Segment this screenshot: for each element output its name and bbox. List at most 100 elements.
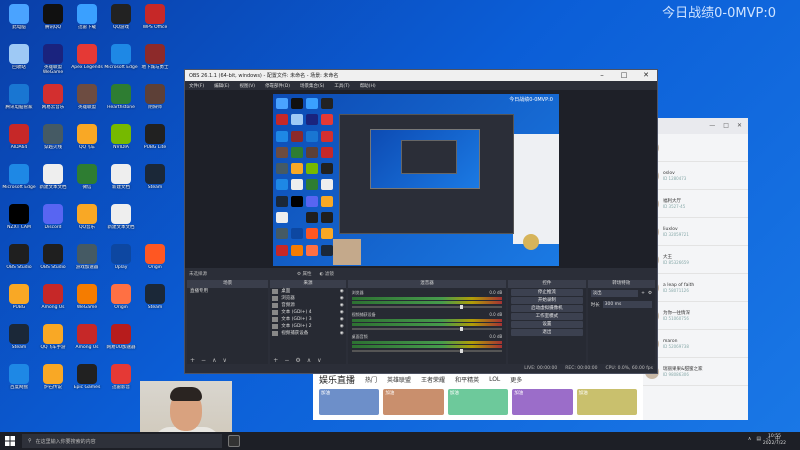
desktop-shortcut[interactable]: 新建文本文档 [36,162,70,204]
transition-select[interactable]: 淡出 [590,290,639,297]
desktop-shortcut[interactable]: Origin [138,242,172,284]
taskbar-search[interactable]: ⚲ 在这里输入你要搜索的内容 [22,434,222,448]
menu-item[interactable]: 帮助(H) [360,83,376,89]
source-item[interactable]: 浏览器 ◉ [270,295,345,302]
desktop-shortcut[interactable]: 腾讯QQ [36,2,70,44]
desktop-shortcut[interactable]: Epic Games [70,362,104,404]
stream-thumbnail[interactable]: 加油 [447,389,509,415]
desktop-shortcut[interactable]: PUBG [2,282,36,324]
desktop-shortcut[interactable]: Steam [138,162,172,204]
remove-icon[interactable]: − [284,357,289,364]
scene-item[interactable]: 直播专用 [187,288,268,295]
nav-link[interactable]: 更多 [510,375,522,384]
source-item[interactable]: 文本 (GDI+) 2 ◉ [270,323,345,330]
add-icon[interactable]: + [273,357,278,364]
windows-start-icon[interactable] [0,432,20,450]
visibility-icon[interactable]: ◉ [340,295,344,302]
desktop-shortcut[interactable]: Hearthstone [104,82,138,124]
desktop-shortcut[interactable]: 新建文本文档 [104,202,138,244]
desktop-shortcut[interactable]: 网易云音乐 [36,82,70,124]
desktop-shortcut[interactable]: Microsoft Edge [104,42,138,84]
desktop-shortcut[interactable]: NZXT CAM [2,202,36,244]
move-down-icon[interactable]: ∨ [222,357,226,364]
visibility-icon[interactable]: ◉ [340,323,344,330]
visibility-icon[interactable]: ◉ [340,330,344,337]
volume-slider[interactable] [351,349,503,353]
gear-icon[interactable]: ⚙ [295,357,300,364]
obs-taskbar-icon[interactable] [228,435,240,447]
desktop-shortcut[interactable]: Apex Legends [70,42,104,84]
volume-slider[interactable] [351,305,503,309]
stream-thumbnail[interactable]: 加油 [383,389,444,415]
visibility-icon[interactable]: ◉ [340,302,344,309]
desktop-shortcut[interactable]: Discord [36,202,70,244]
desktop-shortcut[interactable]: 腾讯电脑管家 [2,82,36,124]
close-icon[interactable]: ✕ [737,122,742,130]
site-brand[interactable]: 娱乐直播 [319,373,355,386]
desktop-shortcut[interactable]: 地下城与勇士 [138,42,172,84]
minimize-icon[interactable]: — [709,122,715,130]
desktop-shortcut[interactable]: OBS Studio [36,242,70,284]
menu-item[interactable]: 视图(V) [239,83,255,89]
desktop-shortcut[interactable]: 英雄联盟WeGame [36,42,70,84]
visibility-icon[interactable]: ◉ [340,316,344,323]
desktop-shortcut[interactable]: 穿越火线 [36,122,70,164]
minimize-icon[interactable]: – [591,70,613,81]
desktop-shortcut[interactable]: 百度网盘 [2,362,36,404]
desktop-shortcut[interactable]: WPS Office [138,2,172,44]
desktop-shortcut[interactable]: 回收站 [2,42,36,84]
visibility-icon[interactable]: ◉ [340,309,344,316]
desktop-shortcut[interactable]: 迅雷下载 [70,2,104,44]
menu-item[interactable]: 停靠部件(D) [265,83,290,89]
nav-link[interactable]: LOL [489,376,500,383]
desktop-shortcut[interactable]: Among Us [70,322,104,364]
nav-link[interactable]: 热门 [365,375,377,384]
desktop-shortcut[interactable]: Uplay [104,242,138,284]
maximize-icon[interactable]: □ [613,70,635,81]
desktop-shortcut[interactable]: PUBG Lite [138,122,172,164]
desktop-shortcut[interactable]: Steam [2,322,36,364]
preview-canvas[interactable]: 今日战绩0-0MVP:0 [273,94,559,266]
control-button[interactable]: 工作室模式 [511,313,583,320]
desktop-shortcut[interactable]: WeGame [70,282,104,324]
desktop-shortcut[interactable]: QQ飞车手游 [36,322,70,364]
control-button[interactable]: 启动虚拟摄像机 [511,305,583,312]
desktop-shortcut[interactable]: 游戏加速器 [70,242,104,284]
desktop-shortcut[interactable]: 新建文档 [104,162,138,204]
desktop-shortcut[interactable]: 此电脑 [2,2,36,44]
volume-slider[interactable] [351,327,503,331]
move-down-icon[interactable]: ∨ [317,357,321,364]
source-item[interactable]: 桌面 ◉ [270,288,345,295]
menu-item[interactable]: 场景集合(S) [300,83,324,89]
obs-titlebar[interactable]: OBS 26.1.1 (64-bit, windows) - 配置文件: 未命名… [185,70,657,81]
desktop-shortcut[interactable]: 迅雷影音 [104,362,138,404]
desktop-shortcut[interactable]: 网易UU加速器 [104,322,138,364]
stream-thumbnail[interactable]: 加油 [512,389,573,415]
desktop-shortcut[interactable]: QQ音乐 [70,202,104,244]
desktop-shortcut[interactable]: QQ游戏 [104,2,138,44]
desktop-shortcut[interactable]: 炉石传说 [36,362,70,404]
visibility-icon[interactable]: ◉ [340,288,344,295]
nav-link[interactable]: 王者荣耀 [421,375,445,384]
menu-item[interactable]: 编辑(E) [214,83,229,89]
desktop-shortcut[interactable]: OBS Studio [2,242,36,284]
source-item[interactable]: 文本 (GDI+) 3 ◉ [270,316,345,323]
gear-icon[interactable]: ⚙ [648,291,652,296]
source-item[interactable]: 视频捕获设备 ◉ [270,330,345,337]
properties-button[interactable]: ⚙ 属性 [297,271,311,277]
source-item[interactable]: 音频源 ◉ [270,302,345,309]
desktop-shortcut[interactable]: NVIDIA [104,122,138,164]
desktop-shortcut[interactable]: Among Us [36,282,70,324]
move-up-icon[interactable]: ∧ [307,357,311,364]
desktop-shortcut[interactable]: 英雄联盟 [70,82,104,124]
add-icon[interactable]: + [641,291,645,296]
maximize-icon[interactable]: □ [723,122,729,130]
nav-link[interactable]: 和平精英 [455,375,479,384]
desktop-shortcut[interactable]: 微信 [70,162,104,204]
stream-thumbnail[interactable]: 加油 [319,389,380,415]
desktop-shortcut[interactable]: Microsoft Edge [2,162,36,204]
close-icon[interactable]: ✕ [635,70,657,81]
desktop-shortcut[interactable]: Steam [138,282,172,324]
source-item[interactable]: 文本 (GDI+) 4 ◉ [270,309,345,316]
duration-input[interactable]: 300 ms [602,301,652,308]
